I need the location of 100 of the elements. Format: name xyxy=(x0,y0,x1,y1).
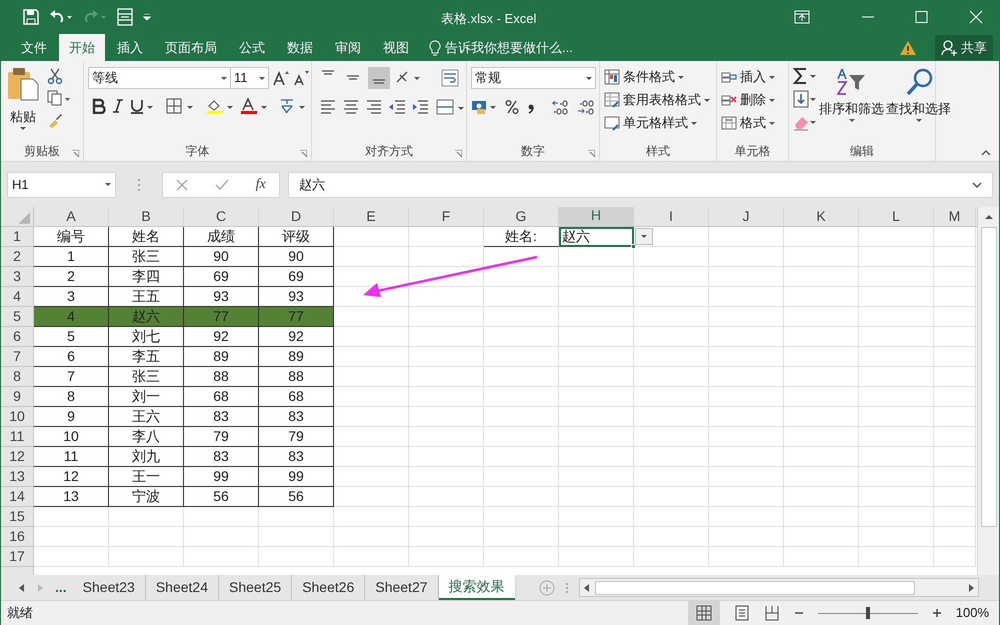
empty-cell[interactable] xyxy=(709,327,784,347)
column-header[interactable]: I xyxy=(634,207,709,226)
row-header[interactable]: 16 xyxy=(1,527,34,547)
empty-cell[interactable] xyxy=(859,227,934,247)
empty-cell[interactable] xyxy=(934,527,976,547)
row-header[interactable]: 14 xyxy=(1,487,34,507)
empty-cell[interactable] xyxy=(409,487,484,507)
empty-cell[interactable] xyxy=(634,427,709,447)
empty-cell[interactable] xyxy=(784,267,859,287)
dialog-launcher-icon[interactable] xyxy=(588,150,595,157)
empty-cell[interactable] xyxy=(559,547,634,567)
row-header[interactable]: 15 xyxy=(1,507,34,527)
scroll-right-icon[interactable] xyxy=(969,584,974,592)
empty-cell[interactable] xyxy=(934,387,976,407)
empty-cell[interactable] xyxy=(559,387,634,407)
percent-icon[interactable] xyxy=(505,99,519,115)
font-name-dropdown[interactable]: 等线 xyxy=(88,67,231,89)
empty-cell[interactable] xyxy=(634,307,709,327)
name-box[interactable]: H1 xyxy=(7,172,116,198)
empty-cell[interactable] xyxy=(859,427,934,447)
caret-icon[interactable] xyxy=(221,76,227,80)
empty-cell[interactable] xyxy=(559,407,634,427)
empty-cell[interactable] xyxy=(709,227,784,247)
empty-cell[interactable] xyxy=(859,387,934,407)
column-header[interactable]: A xyxy=(34,207,109,226)
caret-icon[interactable] xyxy=(586,76,592,80)
currency-icon[interactable] xyxy=(471,99,497,115)
empty-cell[interactable] xyxy=(784,407,859,427)
empty-cell[interactable] xyxy=(334,327,409,347)
empty-cell[interactable] xyxy=(334,247,409,267)
empty-cell[interactable] xyxy=(934,547,976,567)
row-header[interactable]: 3 xyxy=(1,267,34,287)
empty-cell[interactable] xyxy=(709,427,784,447)
font-color-icon[interactable] xyxy=(240,98,268,114)
formula-input[interactable]: 赵六 xyxy=(288,172,993,198)
fill-handle[interactable] xyxy=(631,244,636,249)
empty-cell[interactable] xyxy=(934,247,976,267)
empty-cell[interactable] xyxy=(409,307,484,327)
empty-cell[interactable] xyxy=(859,367,934,387)
cells-menu-button[interactable]: 删除 xyxy=(721,90,775,110)
editing-menu-button[interactable]: 查找和选择 xyxy=(886,67,951,141)
empty-cell[interactable] xyxy=(709,387,784,407)
cells-menu-button[interactable]: 格式 xyxy=(721,113,775,133)
empty-cell[interactable] xyxy=(259,507,334,527)
ribbon-tab[interactable]: 开始 xyxy=(59,34,105,61)
empty-cell[interactable] xyxy=(409,367,484,387)
fill-down-icon[interactable] xyxy=(793,90,817,108)
enter-icon[interactable] xyxy=(214,178,229,190)
empty-cell[interactable] xyxy=(859,507,934,527)
dialog-launcher-icon[interactable] xyxy=(455,150,462,157)
empty-cell[interactable] xyxy=(784,247,859,267)
column-header[interactable]: K xyxy=(784,207,859,226)
ribbon-tab[interactable]: 视图 xyxy=(373,34,419,61)
row-header[interactable]: 1 xyxy=(1,227,34,247)
empty-cell[interactable] xyxy=(784,447,859,467)
empty-cell[interactable] xyxy=(559,447,634,467)
ribbon-tab[interactable]: 文件 xyxy=(11,34,57,61)
increase-decimal-icon[interactable] xyxy=(551,98,569,116)
empty-cell[interactable] xyxy=(409,407,484,427)
ribbon-tab[interactable]: 公式 xyxy=(229,34,275,61)
column-header[interactable]: F xyxy=(409,207,484,226)
empty-cell[interactable] xyxy=(334,427,409,447)
row-header[interactable]: 11 xyxy=(1,427,34,447)
row-header[interactable]: 7 xyxy=(1,347,34,367)
empty-cell[interactable] xyxy=(934,347,976,367)
collapse-ribbon-icon[interactable] xyxy=(981,149,991,155)
empty-cell[interactable] xyxy=(634,407,709,427)
ribbon-tab[interactable]: 页面布局 xyxy=(155,34,227,61)
empty-cell[interactable] xyxy=(559,467,634,487)
row-header[interactable]: 4 xyxy=(1,287,34,307)
empty-cell[interactable] xyxy=(559,307,634,327)
styles-menu-button[interactable]: 单元格样式 xyxy=(604,113,710,133)
sheet-tab[interactable]: ... xyxy=(49,575,73,600)
undo-icon[interactable] xyxy=(49,8,73,24)
empty-cell[interactable] xyxy=(709,507,784,527)
empty-cell[interactable] xyxy=(934,267,976,287)
expand-icon[interactable] xyxy=(972,182,982,188)
column-header[interactable]: H xyxy=(559,207,634,226)
empty-cell[interactable] xyxy=(484,327,559,347)
autosum-icon[interactable] xyxy=(793,67,817,85)
empty-cell[interactable] xyxy=(709,487,784,507)
empty-cell[interactable] xyxy=(784,227,859,247)
empty-cell[interactable] xyxy=(709,407,784,427)
column-header[interactable]: B xyxy=(109,207,184,226)
fill-color-icon[interactable] xyxy=(206,98,234,114)
form-icon[interactable] xyxy=(117,8,133,26)
empty-cell[interactable] xyxy=(859,307,934,327)
empty-cell[interactable] xyxy=(409,287,484,307)
decrease-decimal-icon[interactable] xyxy=(577,98,595,116)
empty-cell[interactable] xyxy=(859,407,934,427)
empty-cell[interactable] xyxy=(634,327,709,347)
save-icon[interactable] xyxy=(23,8,39,24)
empty-cell[interactable] xyxy=(334,227,409,247)
empty-cell[interactable] xyxy=(559,527,634,547)
align-bottom-icon[interactable] xyxy=(368,67,390,89)
underline-icon[interactable] xyxy=(130,98,154,114)
empty-cell[interactable] xyxy=(709,307,784,327)
empty-cell[interactable] xyxy=(334,487,409,507)
zoom-level[interactable]: 100% xyxy=(956,603,989,623)
merge-center-icon[interactable] xyxy=(435,97,465,117)
